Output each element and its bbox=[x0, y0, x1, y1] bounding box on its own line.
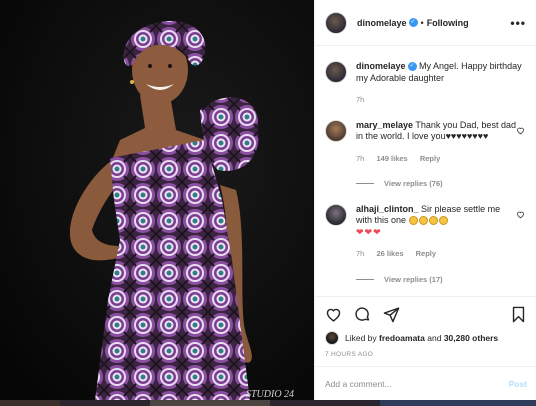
liked-by: Liked by fredoamata and 30,280 others bbox=[325, 331, 527, 345]
post-actions: Liked by fredoamata and 30,280 others 7 … bbox=[315, 296, 536, 358]
svg-text:STUDIO 24: STUDIO 24 bbox=[246, 389, 294, 400]
following-button[interactable]: Following bbox=[427, 18, 469, 28]
caption-meta: 7h bbox=[356, 94, 527, 106]
heart-icon[interactable] bbox=[325, 306, 342, 323]
reply-button[interactable]: Reply bbox=[420, 154, 440, 163]
separator-dot: • bbox=[420, 17, 424, 28]
comment-username[interactable]: mary_melaye bbox=[356, 120, 413, 130]
view-replies-line bbox=[356, 183, 374, 185]
comment-icon[interactable] bbox=[354, 306, 371, 323]
verified-badge-icon: ✓ bbox=[407, 62, 417, 72]
comment-red-hearts: ❤❤❤ bbox=[356, 226, 382, 237]
view-replies-label: View replies (17) bbox=[384, 274, 443, 284]
post-side-panel: dinomelaye ✓ • Following ••• dinomelaye ✓… bbox=[314, 0, 536, 400]
view-replies-button[interactable]: View replies (17) bbox=[356, 274, 516, 286]
more-horizontal-icon[interactable]: ••• bbox=[510, 16, 526, 30]
caption-username[interactable]: dinomelaye bbox=[356, 61, 406, 71]
comment: mary_melaye Thank you Dad, best dad in t… bbox=[325, 119, 527, 190]
comment: alhaji_clinton_ Sir please settle me wit… bbox=[325, 203, 527, 286]
post-comment-button[interactable]: Post bbox=[509, 379, 527, 389]
comment-avatar[interactable] bbox=[325, 119, 347, 142]
share-icon[interactable] bbox=[383, 306, 400, 323]
liked-by-user[interactable]: fredoamata bbox=[379, 333, 425, 343]
author-username[interactable]: dinomelaye bbox=[357, 18, 407, 28]
verified-badge-icon: ✓ bbox=[408, 18, 418, 27]
liked-by-suffix: and bbox=[427, 333, 442, 343]
like-comment-heart-icon[interactable] bbox=[516, 210, 525, 219]
bookmark-icon[interactable] bbox=[510, 306, 527, 323]
comment-hearts: ♥♥♥♥♥♥♥♥ bbox=[445, 131, 489, 141]
comment-username[interactable]: alhaji_clinton_ bbox=[356, 204, 419, 214]
add-comment-bar: Post bbox=[315, 366, 536, 400]
post-photo[interactable]: STUDIO 24 bbox=[0, 0, 314, 400]
view-replies-button[interactable]: View replies (76) bbox=[356, 178, 516, 190]
comment-likes[interactable]: 26 likes bbox=[376, 249, 403, 258]
action-row bbox=[325, 305, 527, 323]
author-avatar[interactable] bbox=[325, 11, 347, 34]
background-strip bbox=[0, 400, 536, 406]
view-replies-label: View replies (76) bbox=[384, 179, 443, 188]
post-timestamp[interactable]: 7 HOURS AGO bbox=[325, 351, 527, 358]
comment-avatar[interactable] bbox=[325, 203, 347, 226]
comment-meta: 7h 149 likes Reply bbox=[356, 153, 516, 165]
comments-list[interactable]: dinomelaye ✓ My Angel. Happy birthday my … bbox=[315, 47, 536, 295]
caption: dinomelaye ✓ My Angel. Happy birthday my … bbox=[325, 61, 527, 106]
liked-by-avatar[interactable] bbox=[325, 331, 339, 345]
reply-button[interactable]: Reply bbox=[416, 249, 436, 258]
comment-likes[interactable]: 149 likes bbox=[376, 154, 407, 163]
like-comment-heart-icon[interactable] bbox=[516, 126, 525, 135]
liked-by-count[interactable]: 30,280 others bbox=[444, 333, 498, 343]
add-comment-input[interactable] bbox=[325, 378, 509, 389]
view-replies-line bbox=[356, 278, 374, 280]
caption-age: 7h bbox=[356, 95, 365, 104]
caption-avatar[interactable] bbox=[325, 61, 347, 83]
comment-age: 7h bbox=[356, 249, 365, 258]
comment-age: 7h bbox=[356, 153, 365, 163]
liked-by-prefix: Liked by bbox=[345, 333, 377, 343]
post-header: dinomelaye ✓ • Following ••• bbox=[315, 0, 536, 46]
weary-face-emoji-icon bbox=[408, 215, 449, 226]
comment-meta: 7h 26 likes Reply bbox=[356, 248, 516, 260]
